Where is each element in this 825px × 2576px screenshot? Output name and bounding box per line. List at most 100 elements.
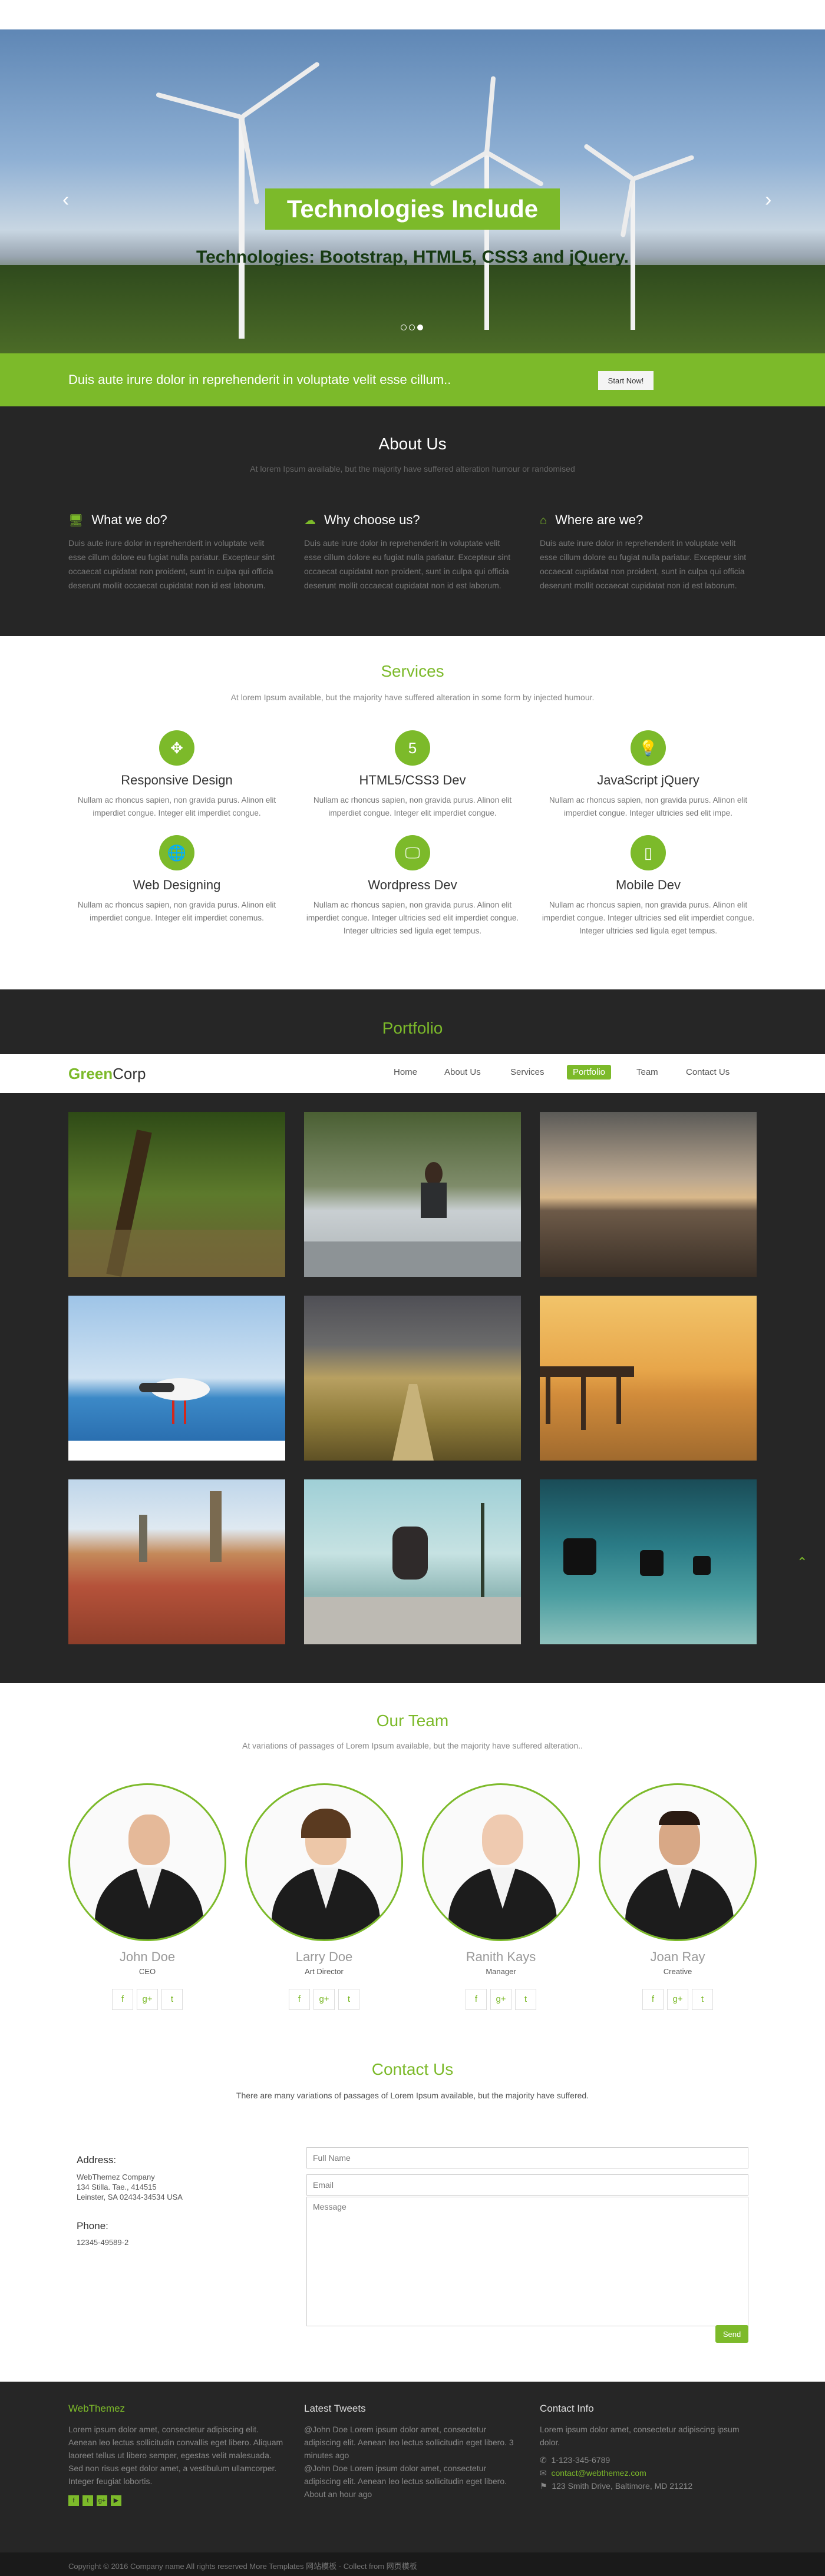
about-col-what: 🖥 What we do? Duis aute irure dolor in re… (68, 512, 280, 592)
email-input[interactable] (306, 2174, 748, 2196)
nav-about-us[interactable]: About Us (444, 1067, 481, 1077)
service-text: Nullam ac rhoncus sapien, non gravida pu… (306, 900, 519, 935)
services-subtitle: At lorem Ipsum available, but the majori… (230, 693, 595, 702)
member-name: Larry Doe (295, 1949, 353, 1964)
address-line: Leinster, SA 02434-34534 USA (77, 2193, 183, 2201)
team-title: Our Team (376, 1711, 449, 1730)
facebook-icon[interactable]: f (289, 1989, 310, 2010)
globe-icon: 🌐 (159, 835, 194, 870)
services-title: Services (381, 662, 444, 680)
facebook-icon[interactable]: f (112, 1989, 133, 2010)
full-name-input[interactable] (306, 2147, 748, 2168)
twitter-icon[interactable]: t (692, 1989, 713, 2010)
footer-brand: WebThemez (68, 2403, 126, 2414)
about-col-why: ☁ Why choose us? Duis aute irure dolor in… (304, 512, 516, 592)
google-plus-icon[interactable]: g+ (490, 1989, 512, 2010)
team-member: Ranith Kays Manager f g+ t (422, 1783, 580, 2010)
slider-dot[interactable] (401, 325, 407, 330)
avatar (599, 1783, 757, 1941)
about-col-where: ⌂ Where are we? Duis aute irure dolor in … (540, 512, 752, 592)
service-text: Nullam ac rhoncus sapien, non gravida pu… (549, 796, 748, 817)
slider-next-arrow[interactable]: › (765, 188, 771, 211)
footer-phone: 1-123-345-6789 (551, 2455, 610, 2465)
nav-contact-us[interactable]: Contact Us (686, 1067, 730, 1077)
home-icon: ⌂ (540, 514, 547, 527)
nav-team[interactable]: Team (636, 1067, 658, 1077)
portfolio-item-seagull[interactable] (68, 1296, 285, 1461)
footer: WebThemez Lorem ipsum dolor amet, consec… (0, 2382, 825, 2552)
contact-section: Contact Us There are many variations of … (0, 2060, 825, 2382)
portfolio-section: Portfolio ⌃ (0, 989, 825, 1683)
service-title: Web Designing (133, 878, 221, 892)
service-web-design: 🌐 Web Designing Nullam ac rhoncus sapien, … (67, 835, 286, 925)
portfolio-item-pier[interactable] (540, 1296, 757, 1461)
facebook-icon[interactable]: f (68, 2495, 79, 2506)
nav-home[interactable]: Home (394, 1067, 417, 1077)
footer-about: WebThemez Lorem ipsum dolor amet, consec… (68, 2403, 286, 2506)
about-col-title: Why choose us? (324, 512, 420, 527)
portfolio-item-forest[interactable] (68, 1112, 285, 1277)
google-plus-icon[interactable]: g+ (667, 1989, 688, 2010)
services-section: Services At lorem Ipsum available, but t… (0, 636, 825, 989)
slider-prev-arrow[interactable]: ‹ (62, 188, 69, 211)
cta-text: Duis aute irure dolor in reprehenderit i… (68, 372, 451, 387)
slider-dot[interactable] (409, 325, 415, 330)
twitter-icon[interactable]: t (161, 1989, 183, 2010)
google-plus-icon[interactable]: g+ (137, 1989, 158, 2010)
about-col-text: Duis aute irure dolor in reprehenderit i… (540, 538, 747, 590)
team-member: John Doe CEO f g+ t (68, 1783, 226, 2010)
facebook-icon[interactable]: f (642, 1989, 664, 2010)
about-subtitle: At lorem Ipsum available, but the majori… (250, 464, 575, 474)
google-plus-icon[interactable]: g+ (314, 1989, 335, 2010)
navbar: GreenCorp Home About Us Services Portfol… (0, 1054, 825, 1093)
about-col-text: Duis aute irure dolor in reprehenderit i… (68, 538, 275, 590)
send-button[interactable]: Send (715, 2325, 748, 2343)
message-textarea[interactable] (306, 2197, 748, 2326)
twitter-icon[interactable]: t (82, 2495, 93, 2506)
nav-services[interactable]: Services (510, 1067, 544, 1077)
site-logo[interactable]: GreenCorp (68, 1065, 146, 1083)
portfolio-item-field[interactable] (304, 1296, 521, 1461)
nav-portfolio[interactable]: Portfolio (567, 1065, 612, 1080)
portfolio-item-city[interactable] (68, 1479, 285, 1644)
hero-title: Technologies Include (265, 188, 560, 230)
avatar (68, 1783, 226, 1941)
portfolio-item-skater[interactable] (304, 1479, 521, 1644)
cloud-icon: ☁ (304, 514, 316, 527)
start-now-button[interactable]: Start Now! (598, 371, 654, 390)
contact-info-text: Lorem ipsum dolor amet, consectetur adip… (540, 2425, 740, 2447)
slider-dot[interactable] (417, 325, 423, 330)
tweet: @John Doe Lorem ipsum dolor amet, consec… (304, 2464, 507, 2499)
phone-value: 12345-49589-2 (77, 2238, 129, 2247)
team-subtitle: At variations of passages of Lorem Ipsum… (242, 1741, 583, 1750)
about-section: About Us At lorem Ipsum available, but t… (0, 406, 825, 636)
tweet: @John Doe Lorem ipsum dolor amet, consec… (304, 2425, 514, 2460)
address-line: WebThemez Company (77, 2173, 155, 2181)
monitor-icon: 🖵 (395, 835, 430, 870)
portfolio-item-coast[interactable] (540, 1112, 757, 1277)
phone-label: Phone: (77, 2220, 108, 2231)
portfolio-item-cablecar[interactable] (540, 1479, 757, 1644)
google-plus-icon[interactable]: g+ (97, 2495, 107, 2506)
facebook-icon[interactable]: f (466, 1989, 487, 2010)
address-label: Address: (77, 2154, 117, 2166)
service-title: Wordpress Dev (368, 878, 457, 892)
contact-subtitle: There are many variations of passages of… (236, 2091, 589, 2100)
service-text: Nullam ac rhoncus sapien, non gravida pu… (77, 796, 276, 817)
contact-info-title: Contact Info (540, 2403, 594, 2414)
avatar (422, 1783, 580, 1941)
youtube-icon[interactable]: ▶ (111, 2495, 121, 2506)
mobile-icon: ▯ (631, 835, 666, 870)
hero-subtitle: Technologies: Bootstrap, HTML5, CSS3 and… (196, 247, 629, 267)
cta-bar: Duis aute irure dolor in reprehenderit i… (0, 353, 825, 406)
portfolio-item-river[interactable] (304, 1112, 521, 1277)
lightbulb-icon: 💡 (631, 730, 666, 766)
twitter-icon[interactable]: t (515, 1989, 536, 2010)
phone-icon: ✆ (540, 2455, 547, 2465)
slider-dots[interactable] (400, 323, 424, 333)
member-role: Art Director (305, 1967, 344, 1976)
scroll-top-icon[interactable]: ⌃ (797, 1555, 807, 1570)
footer-contact: Contact Info Lorem ipsum dolor amet, con… (540, 2403, 758, 2492)
footer-email[interactable]: contact@webthemez.com (552, 2468, 646, 2478)
twitter-icon[interactable]: t (338, 1989, 359, 2010)
